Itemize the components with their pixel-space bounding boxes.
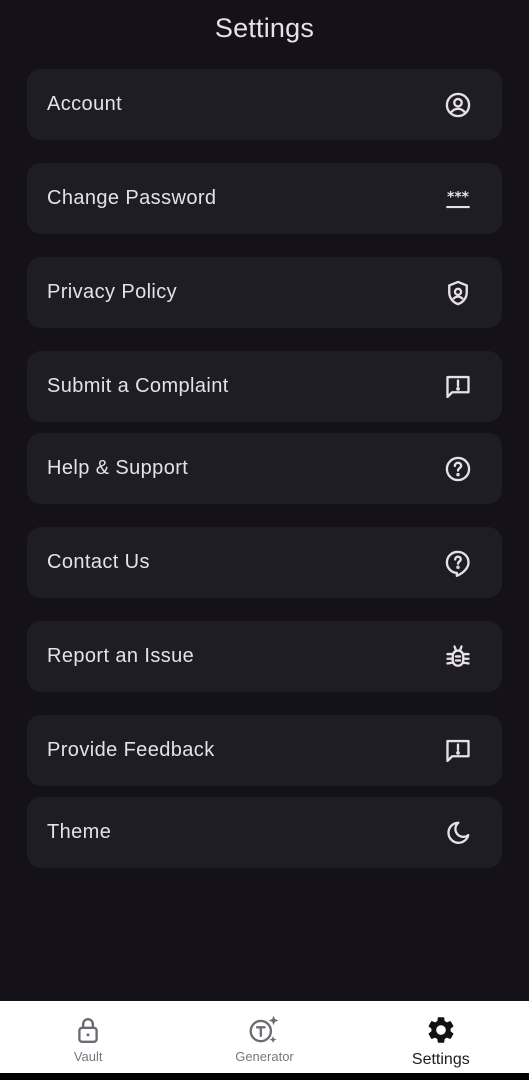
settings-item-label: Theme bbox=[47, 821, 112, 843]
settings-item-label: Help & Support bbox=[47, 457, 189, 479]
nav-item-vault[interactable]: Vault bbox=[0, 1001, 176, 1073]
nav-item-settings[interactable]: Settings bbox=[353, 1001, 529, 1073]
nav-label: Vault bbox=[73, 1049, 103, 1064]
settings-item-label: Account bbox=[47, 93, 123, 115]
nav-item-generator[interactable]: Generator bbox=[176, 1001, 352, 1073]
page-title: Settings bbox=[214, 13, 315, 43]
password-icon: *** bbox=[444, 185, 472, 213]
settings-item-contact-us[interactable]: Contact Us bbox=[27, 527, 502, 598]
settings-item-help-support[interactable]: Help & Support bbox=[27, 433, 502, 504]
settings-item-label: Provide Feedback bbox=[47, 739, 215, 761]
account-circle-icon bbox=[444, 91, 472, 119]
feedback-icon bbox=[444, 373, 472, 401]
settings-item-label: Report an Issue bbox=[47, 645, 195, 667]
gear-icon bbox=[424, 1013, 458, 1047]
settings-item-report-issue[interactable]: Report an Issue bbox=[27, 621, 502, 692]
settings-item-label: Contact Us bbox=[47, 551, 150, 573]
help-circle-icon bbox=[444, 455, 472, 483]
feedback-icon bbox=[444, 737, 472, 765]
lock-icon bbox=[71, 1013, 105, 1047]
settings-item-change-password[interactable]: Change Password *** bbox=[27, 163, 502, 234]
generator-icon bbox=[247, 1013, 281, 1047]
settings-item-theme[interactable]: Theme bbox=[27, 797, 502, 868]
nav-label: Settings bbox=[411, 1051, 470, 1068]
settings-item-privacy-policy[interactable]: Privacy Policy bbox=[27, 257, 502, 328]
settings-item-provide-feedback[interactable]: Provide Feedback bbox=[27, 715, 502, 786]
settings-item-submit-complaint[interactable]: Submit a Complaint bbox=[27, 351, 502, 422]
bottom-navigation: Vault Generator Settings bbox=[0, 1001, 529, 1073]
system-bottom-bar bbox=[0, 1073, 529, 1080]
settings-item-label: Privacy Policy bbox=[47, 281, 178, 303]
contact-support-icon bbox=[444, 549, 472, 577]
settings-item-account[interactable]: Account bbox=[27, 69, 502, 140]
settings-item-label: Submit a Complaint bbox=[47, 375, 229, 397]
settings-item-label: Change Password bbox=[47, 187, 217, 209]
moon-icon bbox=[444, 819, 472, 847]
nav-label: Generator bbox=[235, 1049, 294, 1064]
bug-icon bbox=[444, 643, 472, 671]
svg-text:***: *** bbox=[447, 189, 470, 205]
shield-icon bbox=[444, 279, 472, 307]
